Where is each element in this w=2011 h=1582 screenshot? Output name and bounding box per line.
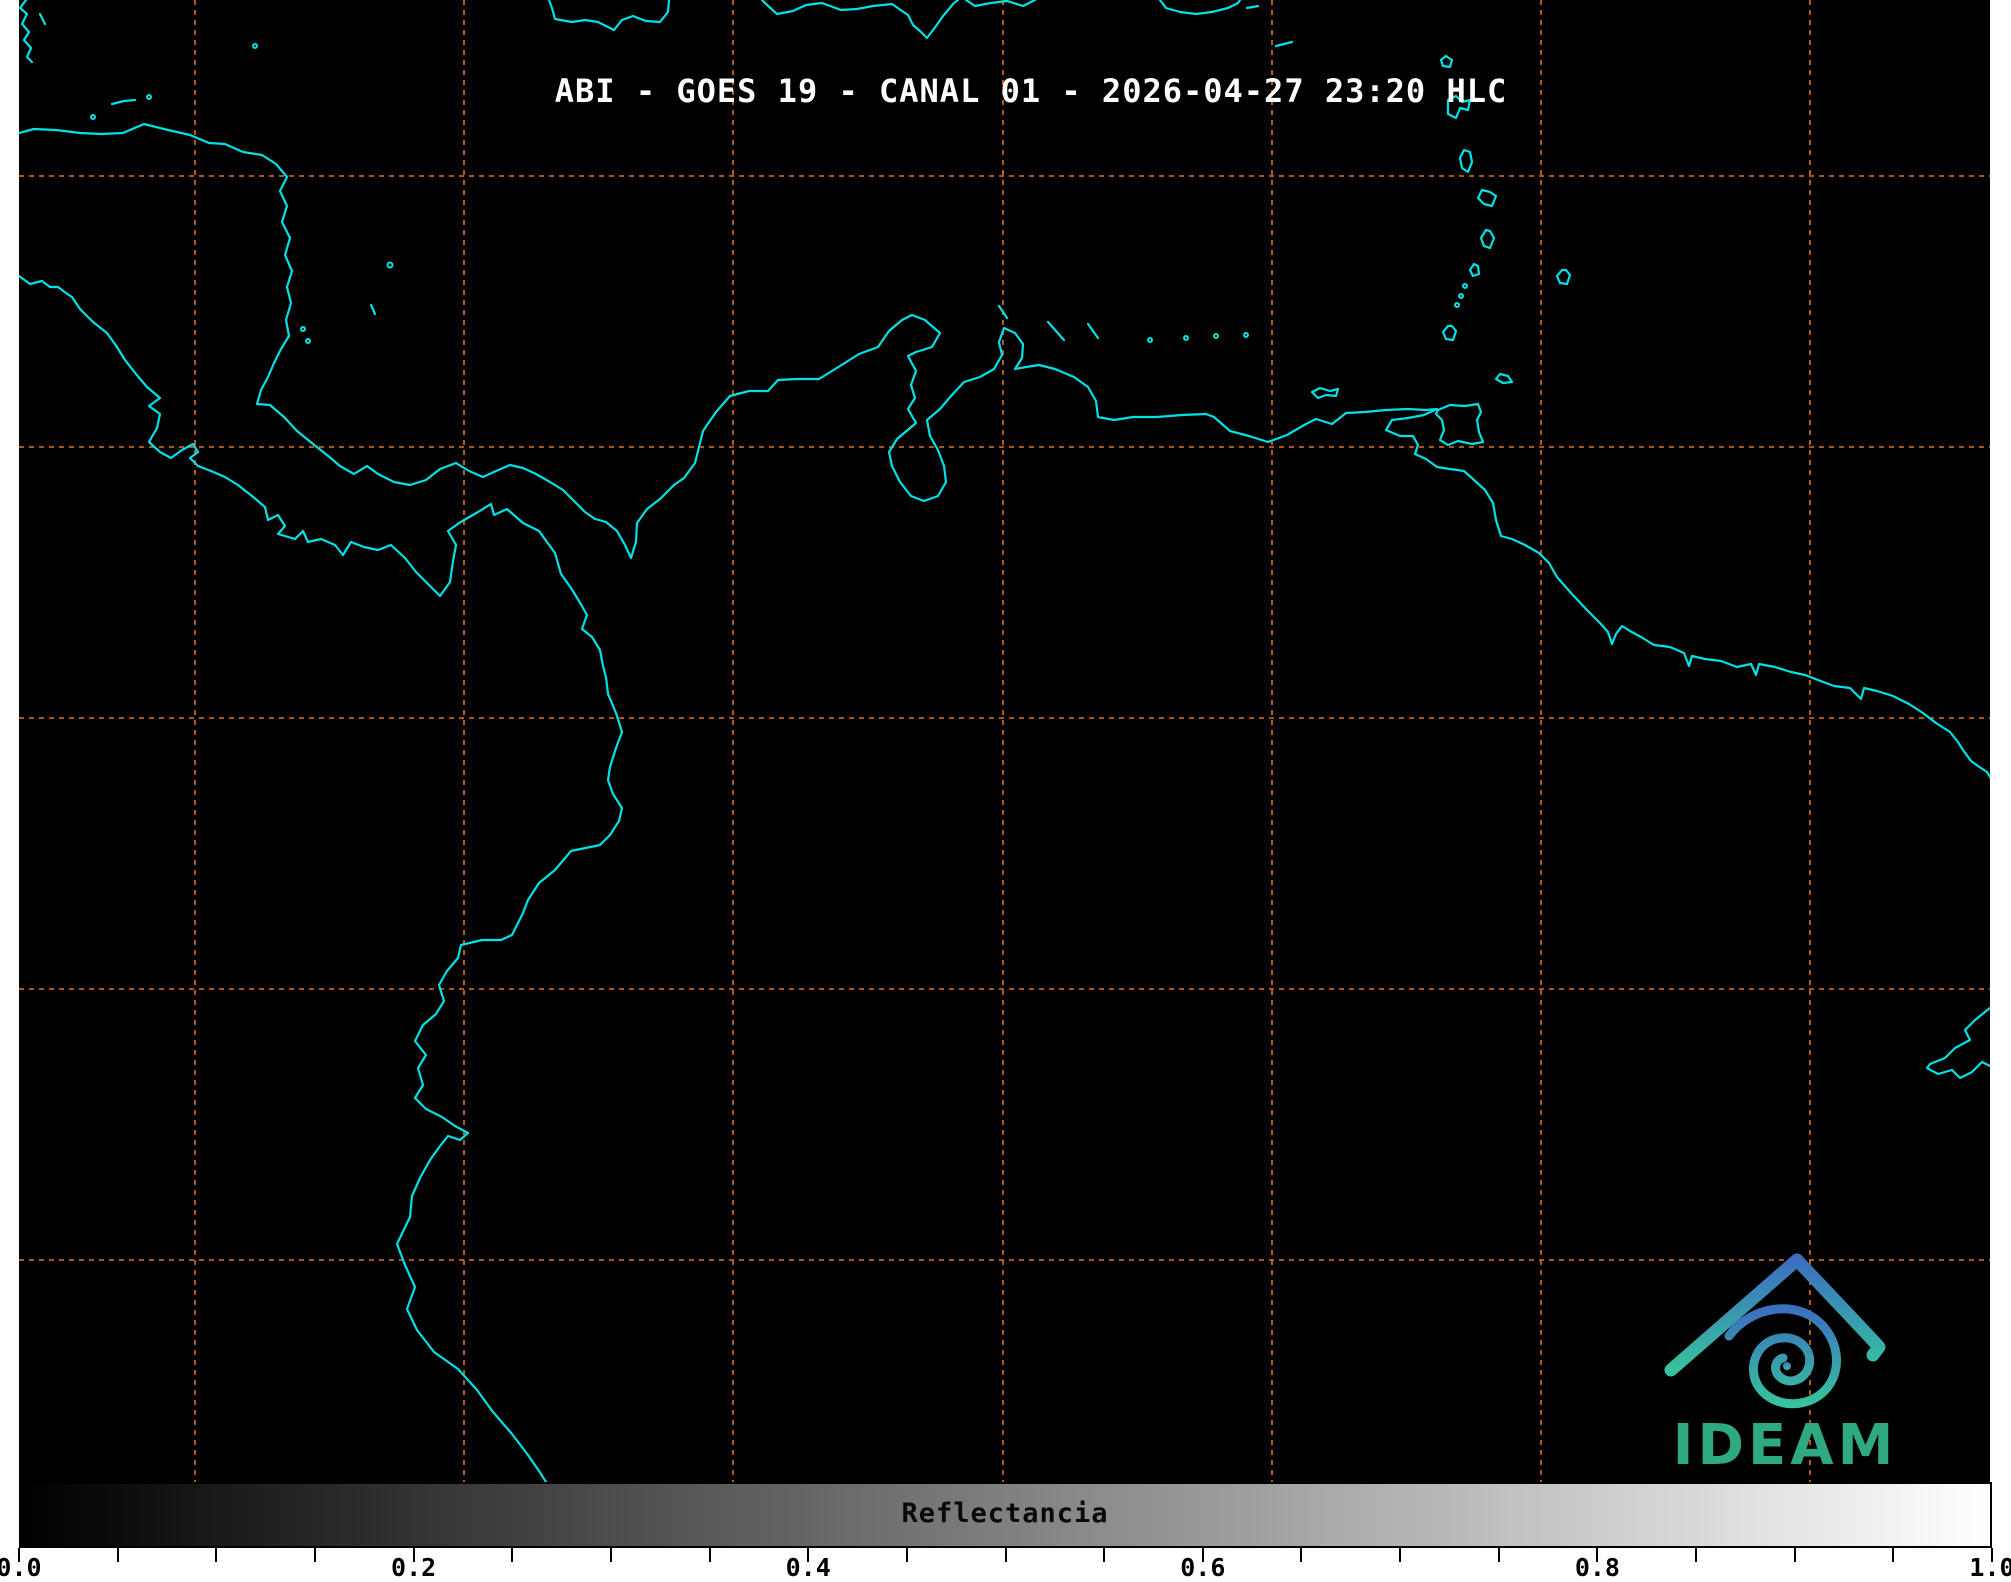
satellite-map-area: ABI - GOES 19 - CANAL 01 - 2026-04-27 23… [0,0,2011,1482]
colorbar-tick [117,1548,119,1562]
colorbar-tick-label: 0.4 [786,1553,831,1582]
map-title: ABI - GOES 19 - CANAL 01 - 2026-04-27 23… [555,72,1507,110]
logo-text: IDEAM [1673,1413,1898,1478]
colorbar-tick [215,1548,217,1562]
mountain-eye-icon [1671,1260,1879,1404]
colorbar-tick [709,1548,711,1562]
satellite-image-viewer: { "title": { "text": "ABI - GOES 19 - CA… [0,0,2011,1577]
colorbar-tick [610,1548,612,1562]
colorbar-tick-label: 0.0 [0,1553,42,1582]
colorbar-label: Reflectancia [901,1498,1108,1529]
colorbar-tick [1892,1548,1894,1562]
colorbar-tick [1399,1548,1401,1562]
colorbar-tick-label: 0.8 [1575,1553,1620,1582]
ideam-logo: IDEAM [1663,1248,1907,1480]
colorbar-tick [1103,1548,1105,1562]
colorbar-tick [1300,1548,1302,1562]
colorbar-tick [1695,1548,1697,1562]
colorbar-tick-label: 1.0 [1969,1553,2011,1582]
colorbar-tick [1794,1548,1796,1562]
colorbar-tick-label: 0.6 [1180,1553,1225,1582]
colorbar-tick [1498,1548,1500,1562]
colorbar-tick [1005,1548,1007,1562]
colorbar-tick-label: 0.2 [391,1553,436,1582]
colorbar-tick [314,1548,316,1562]
colorbar-tick [906,1548,908,1562]
colorbar-tick [511,1548,513,1562]
